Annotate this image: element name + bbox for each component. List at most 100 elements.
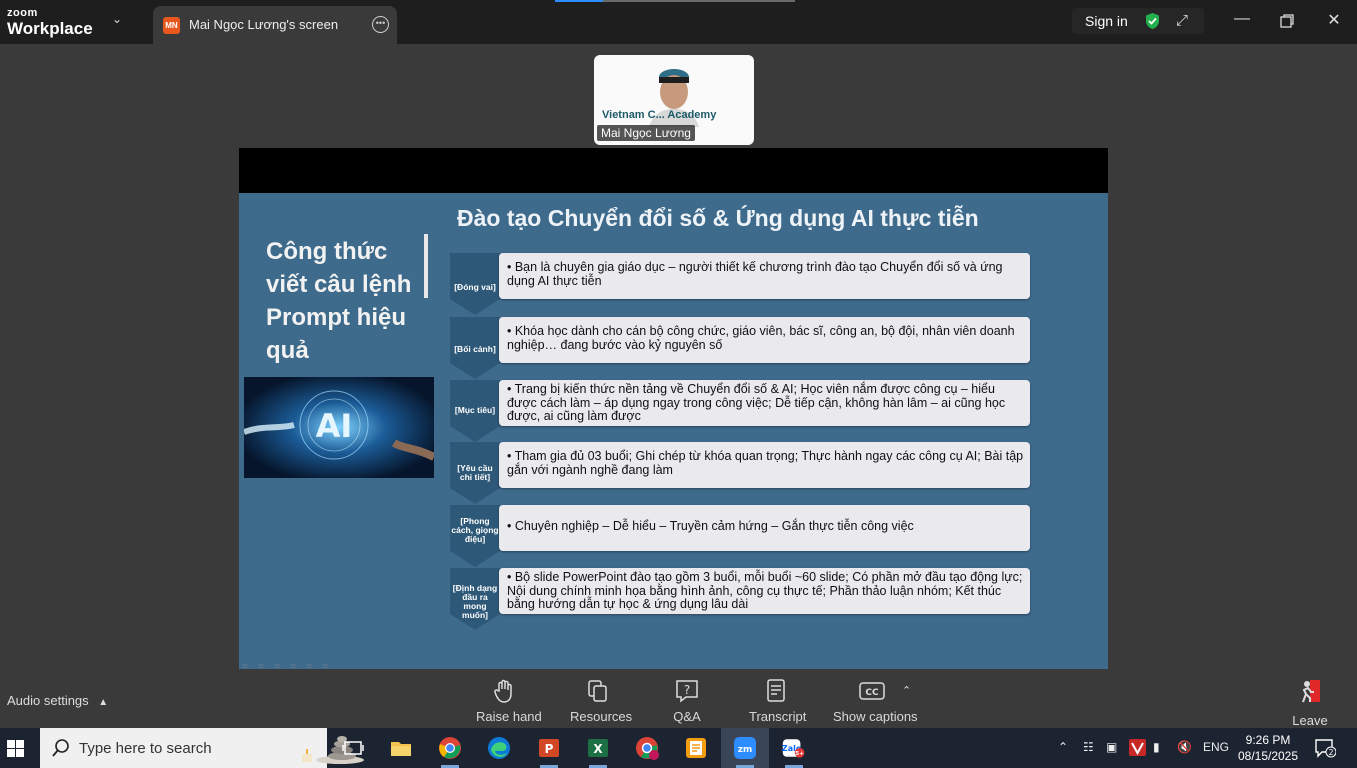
hand-icon xyxy=(494,679,512,703)
chevron-down-icon[interactable]: ⌄ xyxy=(112,12,122,26)
leave-button[interactable]: Leave xyxy=(1290,678,1330,728)
zoom-app-icon[interactable]: zm xyxy=(733,736,757,760)
prompt-item: [Định dạng đầu ra mong muốn] • Bộ slide P… xyxy=(450,568,1030,630)
raise-hand-button[interactable]: Raise hand xyxy=(476,678,542,726)
show-hidden-icons-chevron-icon[interactable]: ⌃ xyxy=(1058,740,1068,754)
leave-icon xyxy=(1302,680,1320,703)
prompt-item-text: • Khóa học dành cho cán bộ công chức, gi… xyxy=(507,324,1015,352)
prompt-item-tag: [Mục tiêu] xyxy=(454,405,496,415)
participant-name-label: Mai Ngọc Lương xyxy=(597,125,695,141)
minimize-icon[interactable]: — xyxy=(1232,10,1252,28)
close-icon[interactable]: ✕ xyxy=(1324,10,1344,30)
input-language[interactable]: ENG xyxy=(1203,740,1229,754)
svg-text:?: ? xyxy=(684,683,690,697)
chevron-up-icon: ▲ xyxy=(98,697,109,708)
prompt-item: [Bối cảnh] • Khóa học dành cho cán bộ côn… xyxy=(450,317,1030,379)
prompt-item-box: • Khóa học dành cho cán bộ công chức, gi… xyxy=(499,317,1030,363)
slide-toolbar[interactable]: ○○○○○○ xyxy=(242,661,338,672)
notification-center-icon[interactable]: 2 xyxy=(1314,738,1336,758)
tab-shared-screen[interactable]: MN Mai Ngọc Lương's screen ••• xyxy=(153,6,397,44)
prompt-item-box: • Bạn là chuyên gia giáo dục – người thi… xyxy=(499,253,1030,299)
zalo-icon[interactable]: Zalo 5+ xyxy=(782,736,806,760)
prompt-item-box: • Bộ slide PowerPoint đào tạo gồm 3 buổi… xyxy=(499,568,1030,614)
edge-icon[interactable] xyxy=(487,736,511,760)
resources-icon xyxy=(588,680,607,702)
excel-icon[interactable]: X xyxy=(586,736,610,760)
prompt-item-tag: [Bối cảnh] xyxy=(454,344,496,354)
presentation-slide: Đào tạo Chuyển đổi số & Ứng dụng AI thực… xyxy=(239,193,1108,672)
qa-label: Q&A xyxy=(673,709,701,724)
svg-text:P: P xyxy=(545,742,554,756)
audio-settings-button[interactable]: Audio settings ▲ xyxy=(7,693,108,708)
brand-large: Workplace xyxy=(7,19,93,38)
prompt-item-box: • Chuyên nghiệp – Dễ hiểu – Truyền cảm h… xyxy=(499,505,1030,551)
notification-count: 2 xyxy=(1328,748,1333,757)
search-icon xyxy=(52,739,69,757)
shared-screen[interactable]: Đào tạo Chuyển đổi số & Ứng dụng AI thực… xyxy=(239,148,1108,672)
signin-area: Sign in ⤢ xyxy=(1072,8,1204,34)
signin-button[interactable]: Sign in xyxy=(1085,13,1128,29)
prompt-item-tag: [Định dạng đầu ra mong muốn] xyxy=(452,583,498,620)
prompt-item-box: • Tham gia đủ 03 buổi; Ghi chép từ khóa … xyxy=(499,442,1030,488)
show-captions-button[interactable]: CC Show captions xyxy=(833,678,918,726)
clock-date: 08/15/2025 xyxy=(1237,749,1299,763)
meet-now-icon[interactable]: ▣ xyxy=(1106,740,1117,754)
participant-video-tile[interactable]: Vietnam C... Academy Mai Ngọc Lương xyxy=(594,55,754,145)
svg-text:zm: zm xyxy=(738,745,753,755)
transcript-icon xyxy=(767,679,785,702)
slide-side-heading: Công thức viết câu lệnh Prompt hiệu quả xyxy=(266,238,412,364)
transcript-button[interactable]: Transcript xyxy=(749,678,807,726)
captions-icon: CC xyxy=(859,682,885,700)
system-clock[interactable]: 9:26 PM 08/15/2025 xyxy=(1236,732,1300,764)
prompt-item: [Phong cách, giọng điệu] • Chuyên nghiệp … xyxy=(450,505,1030,567)
ai-illustration: AI xyxy=(244,377,434,478)
restore-icon[interactable] xyxy=(1279,13,1295,29)
tab-title: Mai Ngọc Lương's screen xyxy=(189,17,339,32)
taskbar-search-box[interactable]: Type here to search xyxy=(40,728,364,768)
prompt-item-tag: [Phong cách, giọng điệu] xyxy=(451,516,499,544)
shield-check-icon[interactable] xyxy=(1144,12,1161,30)
show-captions-label: Show captions xyxy=(833,709,918,724)
resources-label: Resources xyxy=(570,709,633,724)
more-options-icon[interactable]: ••• xyxy=(372,16,389,33)
volume-muted-icon[interactable]: 🔇 xyxy=(1177,740,1192,754)
prompt-item-box: • Trang bị kiến thức nền tảng về Chuyển … xyxy=(499,380,1030,426)
audio-settings-label: Audio settings xyxy=(7,693,89,708)
captions-options-chevron-icon[interactable]: ⌃ xyxy=(902,684,911,697)
battery-icon[interactable]: ▮ xyxy=(1153,740,1160,754)
prompt-item-text: • Chuyên nghiệp – Dễ hiểu – Truyền cảm h… xyxy=(507,519,914,533)
zoom-logo: zoom Workplace xyxy=(7,7,93,38)
clock-time: 9:26 PM xyxy=(1245,733,1291,747)
title-bar: zoom Workplace ⌄ MN Mai Ngọc Lương's scr… xyxy=(0,0,1357,44)
svg-text:X: X xyxy=(593,742,603,756)
task-view-icon[interactable] xyxy=(341,736,365,760)
network-icon[interactable]: ☷ xyxy=(1083,740,1094,754)
prompt-item: [Yêu cầu chi tiết] • Tham gia đủ 03 buổi;… xyxy=(450,442,1030,504)
transcript-label: Transcript xyxy=(749,709,807,724)
prompt-item-text: • Bạn là chuyên gia giáo dục – người thi… xyxy=(507,260,1003,288)
qa-icon: ? xyxy=(676,680,698,703)
windows-taskbar: Type here to search P X zm Zalo 5+ ⌃ ☷ ▣… xyxy=(0,728,1357,768)
raise-hand-label: Raise hand xyxy=(476,709,542,724)
fullscreen-icon[interactable]: ⤢ xyxy=(1176,12,1188,29)
prompt-item: [Mục tiêu] • Trang bị kiến thức nền tảng … xyxy=(450,380,1030,442)
chrome-icon[interactable] xyxy=(438,736,462,760)
heading-accent-bar xyxy=(424,234,428,298)
powerpoint-icon[interactable]: P xyxy=(537,736,561,760)
prompt-item-text: • Trang bị kiến thức nền tảng về Chuyển … xyxy=(507,382,1006,423)
pdf-tool-icon[interactable] xyxy=(684,736,708,760)
windows-start-icon[interactable] xyxy=(7,740,24,757)
brand-small: zoom xyxy=(7,7,38,19)
file-explorer-icon[interactable] xyxy=(389,736,413,760)
prompt-item: [Đóng vai] • Bạn là chuyên gia giáo dục –… xyxy=(450,253,1030,315)
search-placeholder: Type here to search xyxy=(79,740,212,757)
prompt-item-tag: [Yêu cầu chi tiết] xyxy=(457,463,493,482)
resources-button[interactable]: Resources xyxy=(570,678,632,726)
leave-label: Leave xyxy=(1292,713,1328,728)
qa-button[interactable]: ? Q&A xyxy=(670,678,704,726)
avatar: MN xyxy=(163,17,180,34)
prompt-item-tag: [Đóng vai] xyxy=(454,282,496,292)
antivirus-icon[interactable] xyxy=(1129,739,1146,756)
chrome-profile-icon[interactable] xyxy=(635,736,659,760)
zalo-notification-badge: 5+ xyxy=(795,751,804,757)
